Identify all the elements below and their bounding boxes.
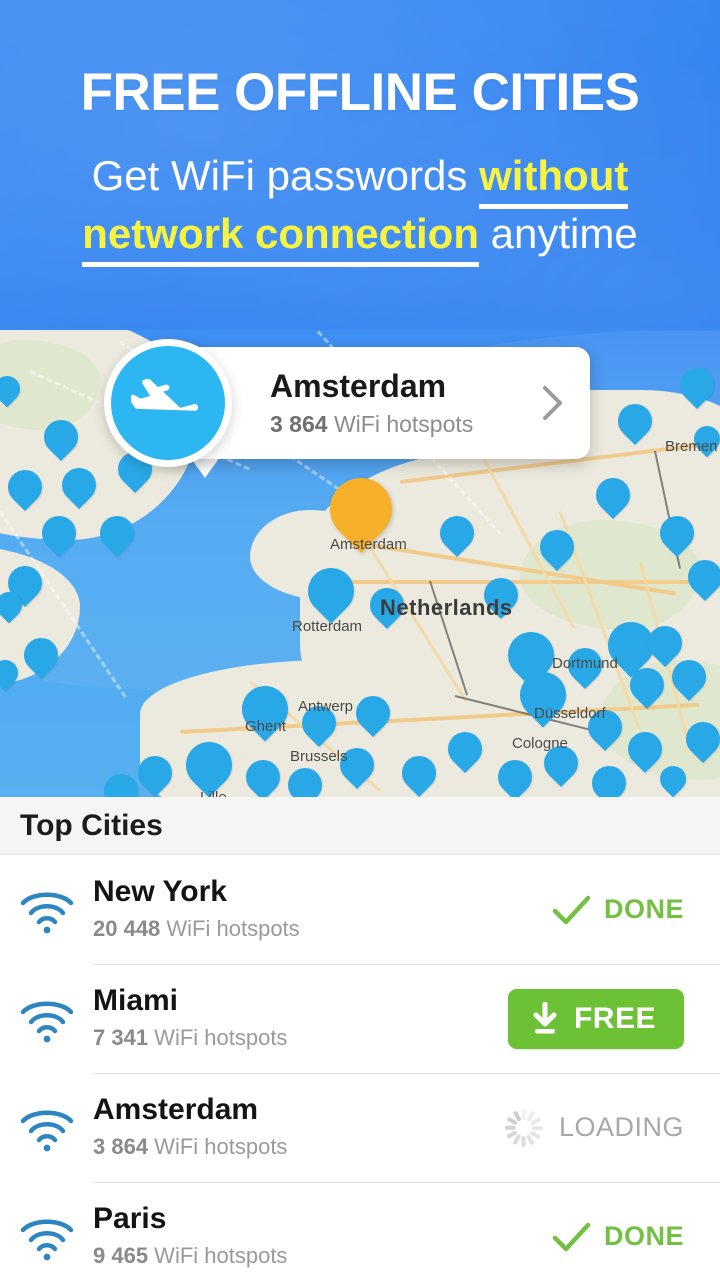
city-list-item[interactable]: Amsterdam 3 864 WiFi hotspots LOADING	[0, 1073, 720, 1182]
airplane-icon	[131, 366, 205, 440]
chevron-right-icon[interactable]	[542, 385, 564, 421]
hero-highlight-network-connection: network connection	[82, 210, 479, 267]
page-title: FREE OFFLINE CITIES	[0, 62, 720, 123]
callout-hotspots: 3 864 WiFi hotspots	[270, 411, 473, 438]
status-done: DONE	[552, 894, 684, 926]
city-list: New York 20 448 WiFi hotspots DONE Miami 7 3…	[0, 855, 720, 1280]
wifi-icon	[18, 998, 76, 1043]
app-screen: FREE OFFLINE CITIES Get WiFi passwords w…	[0, 0, 720, 1280]
map-label: Antwerp	[298, 698, 353, 715]
status-done: DONE	[552, 1221, 684, 1253]
wifi-icon	[18, 1107, 76, 1152]
hotspots-count: 9 465	[93, 1243, 148, 1268]
hotspots-label: WiFi hotspots	[148, 1243, 287, 1268]
city-info: New York 20 448 WiFi hotspots	[93, 875, 300, 942]
wifi-icon-wrap	[18, 1107, 76, 1152]
callout-text-block: Amsterdam 3 864 WiFi hotspots	[270, 369, 473, 438]
map-label: Amsterdam	[330, 536, 407, 553]
top-cities-header: Top Cities	[0, 797, 720, 855]
city-info: Miami 7 341 WiFi hotspots	[93, 984, 287, 1051]
callout-city-name: Amsterdam	[270, 369, 473, 404]
hotspots-count: 3 864	[93, 1134, 148, 1159]
row-action[interactable]: DONE	[552, 855, 720, 964]
city-name: Paris	[93, 1202, 287, 1237]
status-loading: LOADING	[503, 1107, 684, 1149]
top-cities-label: Top Cities	[20, 809, 163, 843]
status-label: LOADING	[559, 1112, 684, 1143]
check-icon	[552, 1221, 592, 1253]
map-label: Rotterdam	[292, 618, 362, 635]
city-list-item[interactable]: Miami 7 341 WiFi hotspots FREE	[0, 964, 720, 1073]
hero-subtitle-text: Get WiFi passwords	[92, 152, 479, 199]
callout-hotspots-count: 3 864	[270, 411, 328, 437]
status-label: DONE	[604, 894, 684, 925]
hero-banner: FREE OFFLINE CITIES Get WiFi passwords w…	[0, 0, 720, 797]
row-action[interactable]: DONE	[552, 1182, 720, 1280]
city-name: New York	[93, 875, 300, 910]
city-hotspots: 9 465 WiFi hotspots	[93, 1243, 287, 1269]
city-info: Amsterdam 3 864 WiFi hotspots	[93, 1093, 287, 1160]
hotspots-count: 20 448	[93, 916, 160, 941]
city-name: Miami	[93, 984, 287, 1019]
row-action[interactable]: LOADING	[503, 1073, 720, 1182]
city-list-item[interactable]: Paris 9 465 WiFi hotspots DONE	[0, 1182, 720, 1280]
hero-highlight-without: without	[479, 152, 628, 209]
map-label: Bremen	[665, 438, 718, 455]
wifi-icon-wrap	[18, 1216, 76, 1261]
wifi-icon	[18, 1216, 76, 1261]
airplane-badge[interactable]	[104, 339, 232, 467]
download-icon	[530, 1002, 560, 1036]
map-label: Cologne	[512, 735, 568, 752]
hero-subtitle-anytime: anytime	[479, 210, 638, 257]
hotspots-count: 7 341	[93, 1025, 148, 1050]
hero-subtitle-line2: network connection anytime	[0, 213, 720, 255]
download-free-button[interactable]: FREE	[508, 989, 684, 1049]
loading-spinner-icon	[503, 1107, 545, 1149]
hero-subtitle-line1: Get WiFi passwords without	[0, 155, 720, 197]
map-label: Düsseldorf	[534, 705, 606, 722]
wifi-icon	[18, 889, 76, 934]
map-label: Ghent	[245, 718, 286, 735]
row-action[interactable]: FREE	[508, 964, 720, 1073]
wifi-icon-wrap	[18, 889, 76, 934]
city-info: Paris 9 465 WiFi hotspots	[93, 1202, 287, 1269]
status-label: FREE	[574, 1002, 656, 1036]
city-hotspots: 7 341 WiFi hotspots	[93, 1025, 287, 1051]
city-hotspots: 20 448 WiFi hotspots	[93, 916, 300, 942]
wifi-icon-wrap	[18, 998, 76, 1043]
hotspots-label: WiFi hotspots	[148, 1134, 287, 1159]
callout-hotspots-label: WiFi hotspots	[328, 411, 474, 437]
city-name: Amsterdam	[93, 1093, 287, 1128]
hotspots-label: WiFi hotspots	[160, 916, 299, 941]
map-label: Brussels	[290, 748, 348, 765]
map-label: Lille	[200, 789, 227, 797]
city-list-item[interactable]: New York 20 448 WiFi hotspots DONE	[0, 855, 720, 964]
map-label: Dortmund	[552, 655, 618, 672]
status-label: DONE	[604, 1221, 684, 1252]
hotspots-label: WiFi hotspots	[148, 1025, 287, 1050]
city-hotspots: 3 864 WiFi hotspots	[93, 1134, 287, 1160]
check-icon	[552, 894, 592, 926]
map-label: Netherlands	[380, 595, 513, 621]
